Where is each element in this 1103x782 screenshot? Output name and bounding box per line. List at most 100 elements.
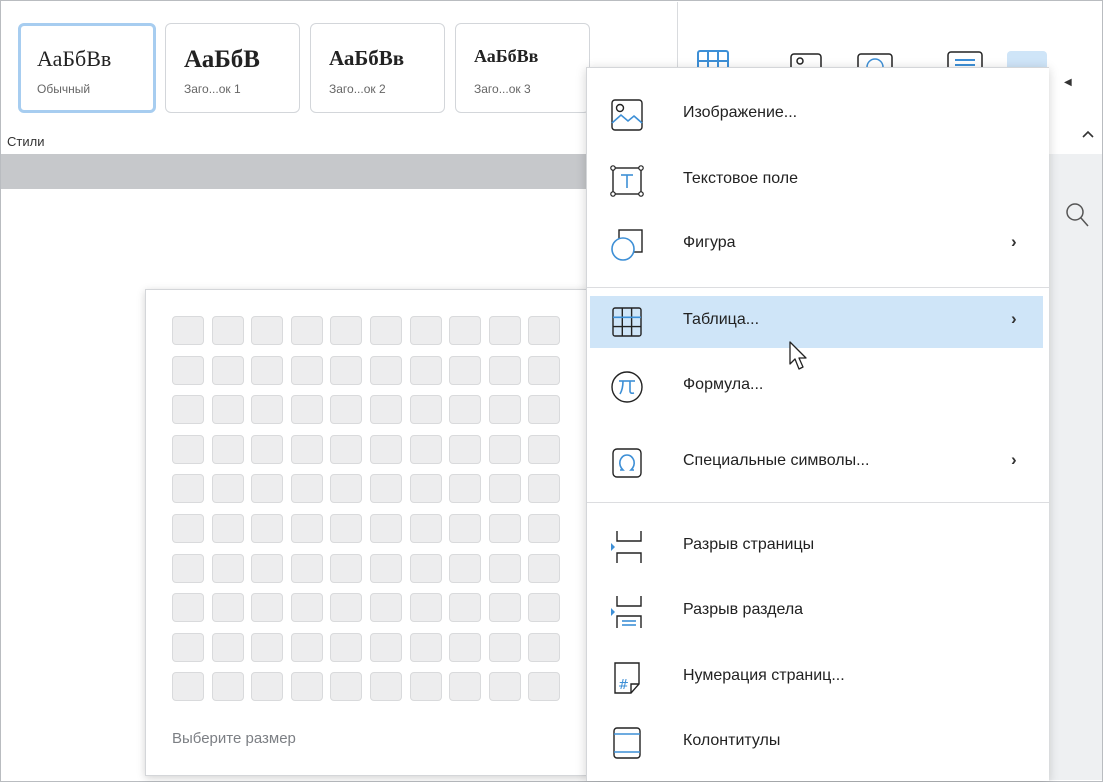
style-heading-2[interactable]: АаБбВв Заго...ок 2	[310, 23, 445, 113]
table-size-cell[interactable]	[449, 355, 482, 385]
table-size-cell[interactable]	[409, 593, 442, 623]
menu-item-page-break[interactable]: Разрыв страницы	[587, 521, 1049, 573]
table-size-cell[interactable]	[528, 395, 561, 425]
table-size-cell[interactable]	[172, 593, 204, 623]
table-size-cell[interactable]	[409, 316, 442, 345]
table-size-cell[interactable]	[211, 316, 244, 345]
scroll-left-icon[interactable]: ◀	[1064, 77, 1072, 88]
table-size-cell[interactable]	[488, 316, 521, 345]
table-size-cell[interactable]	[251, 672, 284, 702]
table-size-cell[interactable]	[370, 316, 402, 345]
table-size-cell[interactable]	[488, 395, 521, 425]
table-size-cell[interactable]	[251, 316, 284, 345]
style-heading-3[interactable]: АаБбВв Заго...ок 3	[455, 23, 590, 113]
menu-item-formula[interactable]: Формула...	[587, 361, 1049, 413]
table-size-cell[interactable]	[528, 514, 561, 543]
table-size-cell[interactable]	[528, 672, 561, 702]
table-size-cell[interactable]	[290, 632, 323, 662]
table-icon[interactable]	[696, 49, 730, 69]
table-size-cell[interactable]	[449, 672, 482, 702]
table-size-cell[interactable]	[330, 395, 363, 425]
table-size-cell[interactable]	[449, 514, 482, 543]
table-size-cell[interactable]	[251, 514, 284, 543]
menu-item-shape[interactable]: Фигура ›	[587, 219, 1049, 271]
table-size-cell[interactable]	[330, 355, 363, 385]
table-size-cell[interactable]	[370, 474, 402, 504]
table-size-cell[interactable]	[409, 553, 442, 583]
table-size-cell[interactable]	[330, 672, 363, 702]
menu-item-page-numbering[interactable]: # Нумерация страниц...	[587, 652, 1049, 704]
table-size-cell[interactable]	[251, 395, 284, 425]
table-size-cell[interactable]	[211, 474, 244, 504]
table-size-cell[interactable]	[172, 434, 204, 464]
image-icon[interactable]	[789, 49, 823, 69]
table-size-cell[interactable]	[528, 474, 561, 504]
table-size-cell[interactable]	[330, 593, 363, 623]
table-size-cell[interactable]	[211, 395, 244, 425]
table-size-cell[interactable]	[211, 593, 244, 623]
table-size-cell[interactable]	[211, 355, 244, 385]
table-size-cell[interactable]	[528, 355, 561, 385]
table-size-cell[interactable]	[488, 514, 521, 543]
table-size-cell[interactable]	[449, 553, 482, 583]
table-size-cell[interactable]	[409, 632, 442, 662]
collapse-ribbon-icon[interactable]	[1081, 129, 1095, 139]
menu-item-section-break[interactable]: Разрыв раздела	[587, 586, 1049, 638]
table-size-cell[interactable]	[251, 434, 284, 464]
table-size-cell[interactable]	[172, 395, 204, 425]
table-size-cell[interactable]	[172, 514, 204, 543]
table-size-cell[interactable]	[211, 632, 244, 662]
menu-item-special-symbols[interactable]: Специальные символы... ›	[587, 437, 1049, 489]
table-size-cell[interactable]	[449, 593, 482, 623]
shape-icon[interactable]	[856, 49, 896, 69]
table-size-cell[interactable]	[528, 553, 561, 583]
table-size-cell[interactable]	[409, 355, 442, 385]
menu-item-header-footer[interactable]: Колонтитулы	[587, 717, 1049, 769]
style-normal[interactable]: АаБбВв Обычный	[18, 23, 156, 113]
table-size-cell[interactable]	[409, 474, 442, 504]
table-size-cell[interactable]	[330, 474, 363, 504]
table-size-cell[interactable]	[290, 355, 323, 385]
table-size-cell[interactable]	[172, 672, 204, 702]
style-heading-1[interactable]: АаБбВ Заго...ок 1	[165, 23, 300, 113]
table-size-cell[interactable]	[370, 395, 402, 425]
table-size-cell[interactable]	[449, 474, 482, 504]
table-size-cell[interactable]	[528, 316, 561, 345]
table-size-cell[interactable]	[330, 632, 363, 662]
table-size-cell[interactable]	[251, 474, 284, 504]
table-size-cell[interactable]	[528, 434, 561, 464]
table-size-cell[interactable]	[488, 672, 521, 702]
table-size-cell[interactable]	[528, 632, 561, 662]
table-size-cell[interactable]	[488, 474, 521, 504]
table-size-cell[interactable]	[251, 553, 284, 583]
menu-item-image[interactable]: Изображение...	[587, 89, 1049, 141]
table-size-cell[interactable]	[172, 316, 204, 345]
table-size-cell[interactable]	[172, 553, 204, 583]
table-size-cell[interactable]	[330, 316, 363, 345]
table-size-cell[interactable]	[449, 395, 482, 425]
table-size-cell[interactable]	[290, 514, 323, 543]
table-size-cell[interactable]	[211, 553, 244, 583]
table-size-cell[interactable]	[251, 355, 284, 385]
table-size-cell[interactable]	[290, 672, 323, 702]
table-size-cell[interactable]	[370, 632, 402, 662]
table-size-cell[interactable]	[290, 316, 323, 345]
table-size-cell[interactable]	[290, 474, 323, 504]
table-size-cell[interactable]	[290, 553, 323, 583]
table-size-cell[interactable]	[172, 474, 204, 504]
table-size-cell[interactable]	[211, 434, 244, 464]
table-size-cell[interactable]	[330, 553, 363, 583]
table-size-cell[interactable]	[409, 514, 442, 543]
table-size-cell[interactable]	[290, 434, 323, 464]
table-size-cell[interactable]	[449, 434, 482, 464]
table-size-cell[interactable]	[409, 434, 442, 464]
table-size-cell[interactable]	[449, 316, 482, 345]
table-size-cell[interactable]	[488, 632, 521, 662]
table-size-cell[interactable]	[488, 553, 521, 583]
table-size-cell[interactable]	[251, 593, 284, 623]
menu-item-text-box[interactable]: Текстовое поле	[587, 155, 1049, 207]
table-size-cell[interactable]	[370, 672, 402, 702]
table-size-cell[interactable]	[370, 514, 402, 543]
table-size-cell[interactable]	[251, 632, 284, 662]
table-size-cell[interactable]	[290, 593, 323, 623]
